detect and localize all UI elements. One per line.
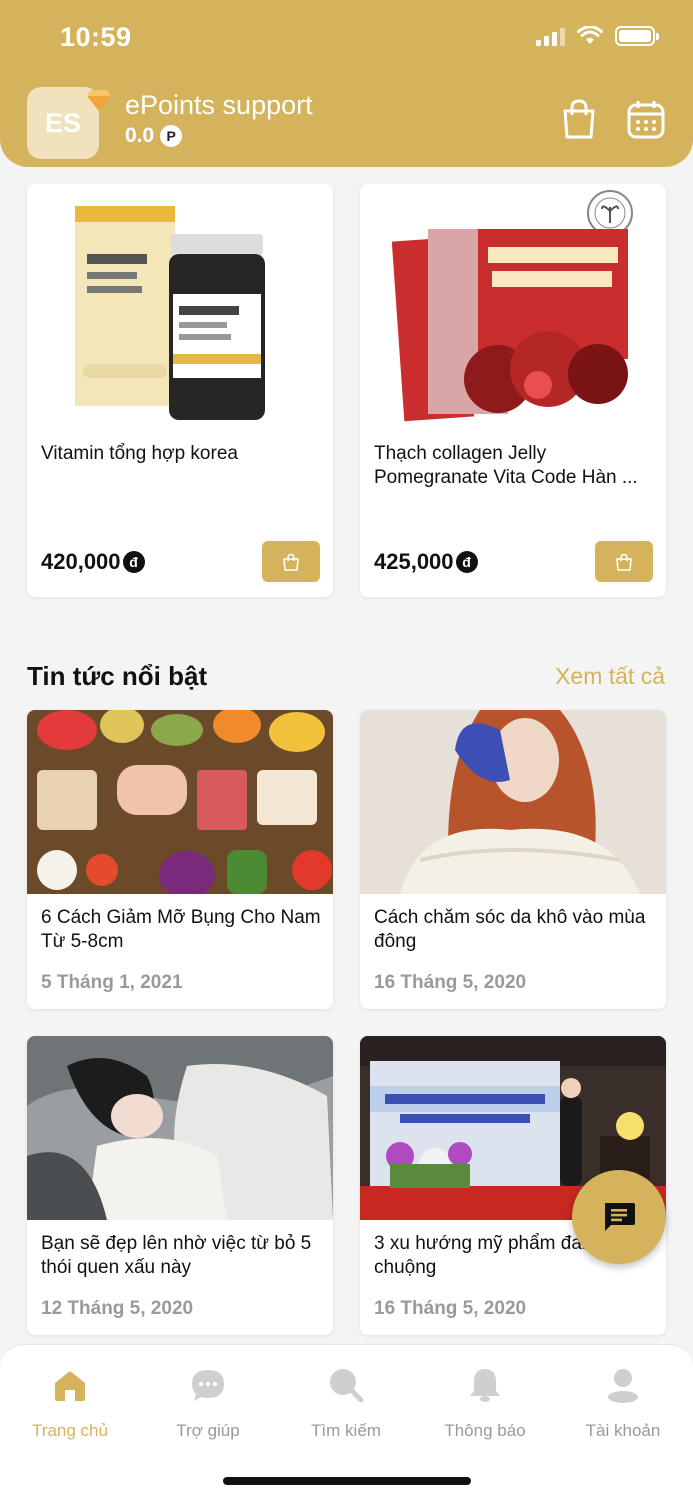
chat-fab-button[interactable]: [572, 1170, 666, 1264]
news-image: [27, 1036, 333, 1220]
shopping-bag-icon: [616, 553, 632, 571]
diamond-rank-icon: [87, 90, 111, 111]
message-icon: [605, 1203, 635, 1231]
news-card[interactable]: 6 Cách Giảm Mỡ Bụng Cho Nam Từ 5-8cm 5 T…: [27, 710, 333, 1009]
news-date: 5 Tháng 1, 2021: [41, 972, 183, 993]
battery-icon: [615, 26, 659, 46]
app-header: 10:59 ES ePoints support 0.0 P: [0, 0, 693, 167]
chat-bubble-icon: [192, 1370, 224, 1401]
news-title: Bạn sẽ đẹp lên nhờ việc từ bỏ 5 thói que…: [41, 1233, 312, 1278]
product-image: [360, 184, 666, 434]
shopping-bag-icon: [283, 553, 299, 571]
tab-account[interactable]: Tài khoản: [563, 1363, 683, 1441]
product-price: 420,000 đ: [41, 549, 145, 575]
tab-label: Tài khoản: [585, 1421, 661, 1440]
section-title: Tin tức nổi bật: [27, 661, 208, 691]
add-to-cart-button[interactable]: [595, 541, 653, 582]
news-image: [27, 710, 333, 894]
add-to-cart-button[interactable]: [262, 541, 320, 582]
news-title: Cách chăm sóc da khô vào mùa đông: [374, 907, 646, 952]
currency-icon: đ: [122, 551, 145, 573]
points-balance: 0.0 P: [125, 124, 183, 148]
tab-label: Tìm kiếm: [311, 1421, 381, 1440]
news-date: 16 Tháng 5, 2020: [374, 1298, 527, 1319]
calendar-icon[interactable]: [626, 98, 666, 140]
news-image: [360, 710, 666, 894]
status-time: 10:59: [60, 22, 132, 52]
wifi-icon: [577, 26, 603, 44]
user-name: ePoints support: [125, 90, 313, 120]
currency-icon: đ: [455, 551, 478, 573]
news-date: 16 Tháng 5, 2020: [374, 972, 527, 993]
signal-icon: [536, 26, 565, 46]
news-title: 6 Cách Giảm Mỡ Bụng Cho Nam Từ 5-8cm: [41, 907, 321, 952]
tab-label: Trang chủ: [32, 1421, 108, 1440]
bell-icon: [470, 1369, 500, 1402]
user-icon: [608, 1369, 638, 1403]
product-card[interactable]: Vitamin tổng hợp korea 420,000 đ: [27, 184, 333, 597]
price-value: 425,000: [374, 549, 454, 574]
product-name: Thạch collagen Jelly Pomegranate Vita Co…: [374, 443, 638, 488]
tab-search[interactable]: Tìm kiếm: [286, 1363, 406, 1441]
tab-home[interactable]: Trang chủ: [10, 1363, 130, 1441]
see-all-link[interactable]: Xem tất cả: [555, 663, 665, 690]
tab-label: Thông báo: [444, 1421, 526, 1440]
news-card[interactable]: Bạn sẽ đẹp lên nhờ việc từ bỏ 5 thói que…: [27, 1036, 333, 1335]
news-date: 12 Tháng 5, 2020: [41, 1298, 194, 1319]
points-icon: P: [160, 125, 183, 147]
tab-notifications[interactable]: Thông báo: [425, 1363, 545, 1441]
points-value: 0.0: [125, 124, 155, 147]
product-name: Vitamin tổng hợp korea: [41, 443, 238, 464]
home-icon: [55, 1371, 85, 1401]
product-card[interactable]: Thạch collagen Jelly Pomegranate Vita Co…: [360, 184, 666, 597]
tab-help[interactable]: Trợ giúp: [148, 1363, 268, 1441]
tab-label: Trợ giúp: [176, 1421, 240, 1440]
home-indicator: [223, 1477, 471, 1485]
search-icon: [330, 1369, 364, 1403]
status-icons: [536, 26, 659, 46]
product-price: 425,000 đ: [374, 549, 478, 575]
product-image: [27, 184, 333, 434]
shopping-bag-icon[interactable]: [560, 98, 598, 140]
price-value: 420,000: [41, 549, 121, 574]
news-card[interactable]: Cách chăm sóc da khô vào mùa đông 16 Thá…: [360, 710, 666, 1009]
